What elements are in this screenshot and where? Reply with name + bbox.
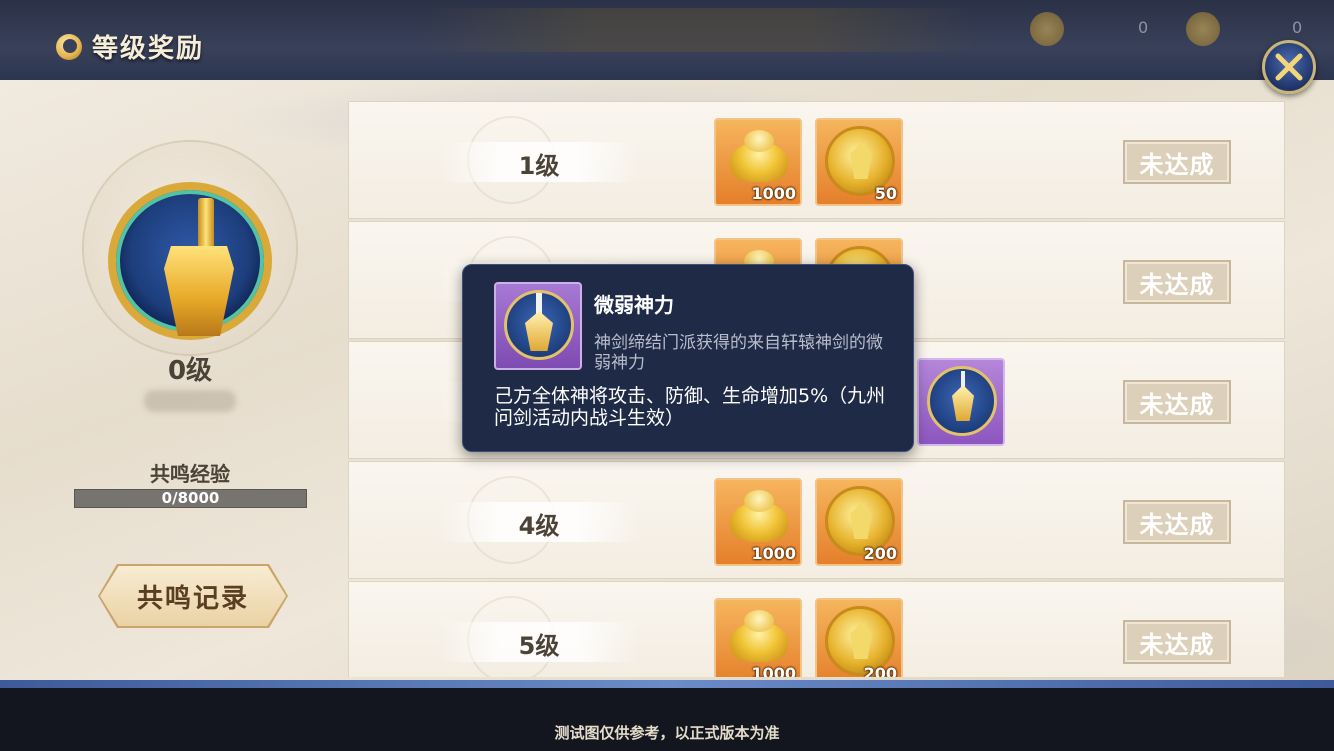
currency-left-value: 0 (1138, 18, 1149, 37)
close-icon (1275, 53, 1303, 81)
tooltip-description: 神剑缔结门派获得的来自轩辕神剑的微弱神力 (594, 333, 883, 373)
reward-row: 5级 1000 200 未达成 (348, 581, 1285, 677)
item-quantity: 200 (863, 544, 897, 563)
divine-sword-icon[interactable] (917, 358, 1005, 446)
currency-coin-icon (1186, 12, 1220, 46)
ingot-shape (730, 490, 788, 542)
emblem-body (164, 246, 234, 336)
resonance-panel: 0级 共鸣经验 0/8000 共鸣记录 (60, 140, 320, 640)
exp-progress-bar: 0/8000 (74, 489, 307, 508)
top-bar-blurred-strip (420, 8, 980, 52)
tooltip-effect: 己方全体神将攻击、防御、生命增加5%（九州问剑活动内战斗生效） (494, 385, 886, 429)
exp-progress-text: 0/8000 (161, 489, 220, 507)
status-button[interactable]: 未达成 (1123, 140, 1231, 184)
disclaimer-text: 测试图仅供参考，以正式版本为准 (554, 724, 780, 742)
currency-right-value: 0 (1292, 18, 1303, 37)
window-title: 等级奖励 (56, 28, 204, 65)
item-quantity: 50 (874, 184, 897, 203)
gold-coin-icon[interactable]: 50 (815, 118, 903, 206)
tooltip-title: 微弱神力 (594, 293, 674, 317)
gold-coin-icon[interactable]: 200 (815, 478, 903, 566)
status-button[interactable]: 未达成 (1123, 380, 1231, 424)
gold-ingot-icon[interactable]: 1000 (714, 478, 802, 566)
sword-shield-shape (504, 290, 574, 360)
moon-icon (56, 33, 82, 60)
sword-emblem-icon (108, 182, 272, 340)
item-quantity: 1000 (751, 184, 796, 203)
status-button[interactable]: 未达成 (1123, 500, 1231, 544)
item-quantity: 200 (863, 664, 897, 677)
row-level: 5级 (518, 632, 560, 660)
status-button[interactable]: 未达成 (1123, 620, 1231, 664)
gold-ingot-icon[interactable]: 1000 (714, 598, 802, 677)
divine-sword-icon (494, 282, 582, 370)
current-level: 0级 (167, 356, 213, 386)
row-level: 1级 (518, 152, 560, 180)
item-tooltip: 微弱神力 神剑缔结门派获得的来自轩辕神剑的微弱神力 己方全体神将攻击、防御、生命… (462, 264, 914, 452)
item-quantity: 1000 (751, 544, 796, 563)
window-title-text: 等级奖励 (92, 34, 205, 64)
close-button[interactable] (1262, 40, 1316, 94)
currency-coin-icon (1030, 12, 1064, 46)
item-quantity: 1000 (751, 664, 796, 677)
row-level: 4级 (518, 512, 560, 540)
resonance-record-button[interactable]: 共鸣记录 (100, 566, 286, 626)
bottom-divider (0, 680, 1334, 688)
exp-label: 共鸣经验 (150, 462, 230, 486)
blurred-player-name (144, 390, 236, 412)
reward-row: 4级 1000 200 未达成 (348, 461, 1285, 579)
shield-emblem (525, 311, 553, 351)
status-button[interactable]: 未达成 (1123, 260, 1231, 304)
ingot-shape (730, 610, 788, 662)
reward-row: 1级 1000 50 未达成 (348, 101, 1285, 219)
ingot-shape (730, 130, 788, 182)
gold-coin-icon[interactable]: 200 (815, 598, 903, 677)
sword-shield-shape (927, 366, 997, 436)
gold-ingot-icon[interactable]: 1000 (714, 118, 802, 206)
